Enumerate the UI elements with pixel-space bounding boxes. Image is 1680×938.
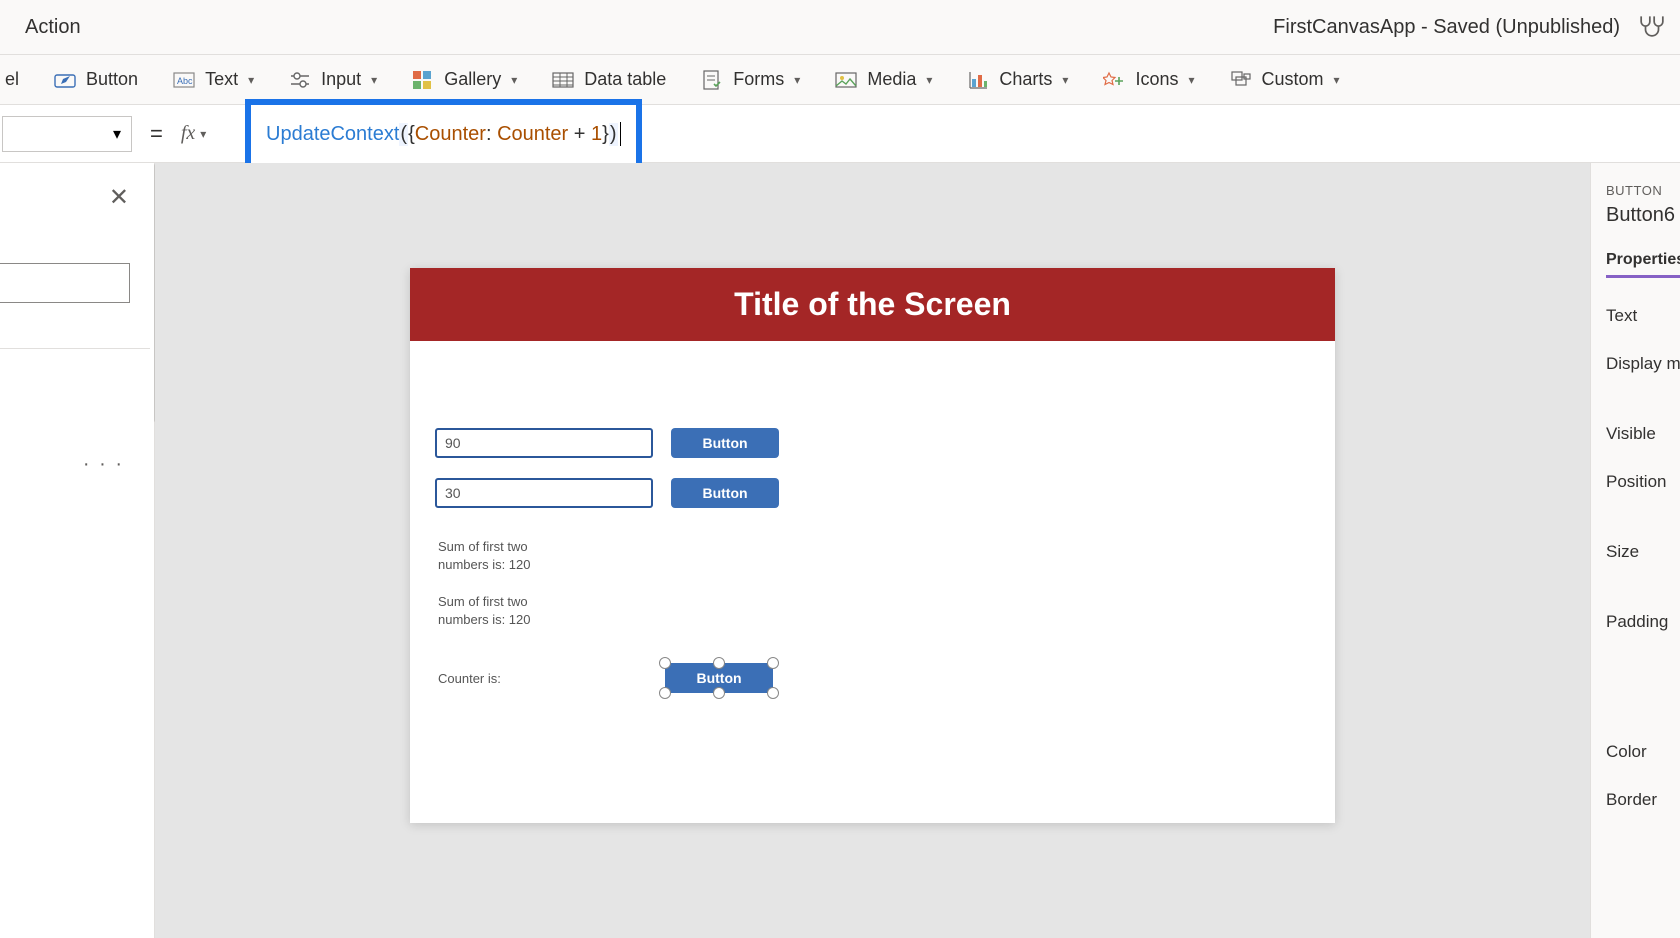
result-label-2: Sum of first two numbers is: 120 (438, 593, 568, 629)
screen-title: Title of the Screen (734, 286, 1011, 323)
formula-input[interactable]: UpdateContext ( { Counter : Counter + 1 … (245, 99, 642, 169)
media-icon (835, 71, 857, 89)
chevron-down-icon: ▾ (371, 73, 377, 87)
resize-handle[interactable] (659, 657, 671, 669)
title-bar: Action FirstCanvasApp - Saved (Unpublish… (0, 0, 1680, 55)
chevron-down-icon: ▾ (248, 73, 254, 87)
ribbon-button[interactable]: Button (54, 69, 138, 90)
text-input-2[interactable] (435, 478, 653, 508)
button-1[interactable]: Button (671, 428, 779, 458)
charts-icon (967, 71, 989, 89)
formula-token-paren: ( (399, 123, 408, 146)
counter-label: Counter is: (438, 670, 538, 688)
ribbon-data-table[interactable]: Data table (552, 69, 666, 90)
button-icon (54, 71, 76, 89)
gallery-icon (412, 71, 434, 89)
insert-ribbon: el Button Abc Text ▾ Input ▾ Gallery ▾ D… (0, 55, 1680, 105)
control-name[interactable]: Button6 (1606, 204, 1680, 227)
prop-border[interactable]: Border (1606, 790, 1680, 810)
chevron-down-icon: ▾ (113, 124, 121, 144)
ribbon-gallery[interactable]: Gallery ▾ (412, 69, 517, 90)
more-menu-icon[interactable]: · · · (83, 453, 124, 476)
resize-handle[interactable] (659, 687, 671, 699)
input-icon (289, 71, 311, 89)
chevron-down-icon: ▾ (926, 73, 932, 87)
formula-token-ref: Counter (497, 123, 568, 146)
ribbon-icons[interactable]: Icons ▾ (1103, 69, 1194, 90)
icons-icon (1103, 71, 1125, 89)
prop-display-mode[interactable]: Display mod (1606, 354, 1680, 374)
ribbon-custom[interactable]: Custom ▾ (1230, 69, 1340, 90)
data-table-icon (552, 71, 574, 89)
resize-handle[interactable] (767, 657, 779, 669)
chevron-down-icon: ▾ (1062, 73, 1068, 87)
prop-padding[interactable]: Padding (1606, 612, 1680, 632)
text-cursor (620, 122, 621, 146)
forms-icon (701, 71, 723, 89)
chevron-down-icon: ▾ (1334, 73, 1340, 87)
prop-text[interactable]: Text (1606, 306, 1680, 326)
search-input[interactable] (0, 263, 130, 303)
equals-sign: = (150, 121, 163, 147)
control-type-label: BUTTON (1606, 183, 1680, 198)
ribbon-forms[interactable]: Forms ▾ (701, 69, 800, 90)
resize-handle[interactable] (767, 687, 779, 699)
app-checker-icon[interactable] (1639, 12, 1665, 43)
formula-bar: ▾ = fx ▾ UpdateContext ( { Counter : Cou… (0, 105, 1680, 163)
property-selector[interactable]: ▾ (2, 116, 132, 152)
prop-visible[interactable]: Visible (1606, 424, 1680, 444)
chevron-down-icon: ▾ (794, 73, 800, 87)
ribbon-text[interactable]: Abc Text ▾ (173, 69, 254, 90)
ribbon-media[interactable]: Media ▾ (835, 69, 932, 90)
formula-token-plus: + (574, 123, 586, 146)
properties-panel: BUTTON Button6 Properties Text Display m… (1590, 163, 1680, 938)
svg-text:Abc: Abc (177, 76, 193, 86)
action-menu[interactable]: Action (25, 16, 81, 39)
resize-handle[interactable] (713, 687, 725, 699)
selected-control-wrapper[interactable]: Button (665, 663, 773, 693)
ribbon-label-partial[interactable]: el (5, 69, 19, 90)
formula-token-brace: } (602, 123, 609, 146)
prop-position[interactable]: Position (1606, 472, 1680, 492)
app-title-status: FirstCanvasApp - Saved (Unpublished) (1273, 16, 1620, 39)
formula-token-function: UpdateContext (266, 123, 399, 146)
result-label-1: Sum of first two numbers is: 120 (438, 538, 568, 574)
ribbon-input[interactable]: Input ▾ (289, 69, 377, 90)
prop-color[interactable]: Color (1606, 742, 1680, 762)
fx-icon[interactable]: fx (181, 122, 200, 145)
formula-token-num: 1 (591, 123, 602, 146)
chevron-down-icon[interactable]: ▾ (200, 127, 206, 141)
close-icon[interactable]: ✕ (109, 183, 129, 212)
formula-token-paren: ) (609, 123, 618, 146)
tab-properties[interactable]: Properties (1606, 251, 1680, 278)
resize-handle[interactable] (713, 657, 725, 669)
text-icon: Abc (173, 71, 195, 89)
app-screen[interactable]: Title of the Screen Button Button Sum of… (410, 268, 1335, 823)
button-2[interactable]: Button (671, 478, 779, 508)
text-input-1[interactable] (435, 428, 653, 458)
chevron-down-icon: ▾ (1188, 73, 1194, 87)
divider (0, 348, 150, 349)
prop-size[interactable]: Size (1606, 542, 1680, 562)
formula-token-key: Counter (415, 123, 486, 146)
chevron-down-icon: ▾ (511, 73, 517, 87)
screen-title-bar: Title of the Screen (410, 268, 1335, 341)
input-row-1: Button (435, 428, 779, 458)
workspace: ✕ · · · Title of the Screen Button Butto… (0, 163, 1680, 938)
custom-icon (1230, 71, 1252, 89)
button-selected-label: Button (696, 670, 741, 686)
canvas-area[interactable]: Title of the Screen Button Button Sum of… (155, 163, 1590, 938)
formula-token-brace: { (408, 123, 415, 146)
input-row-2: Button (435, 478, 779, 508)
ribbon-charts[interactable]: Charts ▾ (967, 69, 1068, 90)
button-selected[interactable]: Button (665, 663, 773, 693)
tree-view-panel: ✕ · · · (0, 163, 155, 938)
